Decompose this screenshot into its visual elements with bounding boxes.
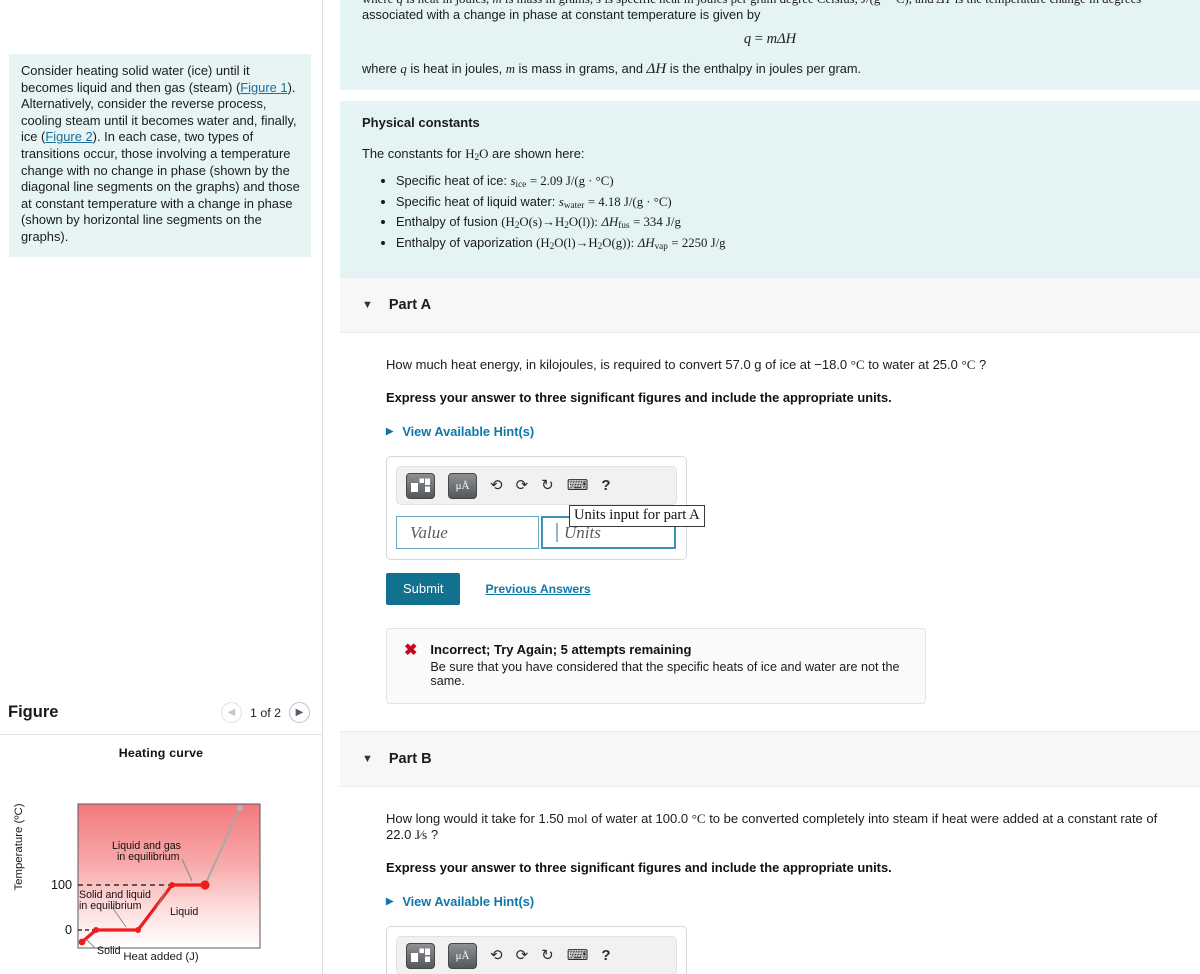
part-b-q-suffix: ? [427, 827, 439, 843]
part-a-previous-answers-link[interactable]: Previous Answers [485, 582, 590, 596]
caret-right-icon: ▶ [386, 426, 394, 438]
constant-enthalpy-fusion: Enthalpy of fusion (H2O(s)→H2O(l)): ΔHfu… [396, 214, 1178, 230]
unit-joules-per-second: J∕s [414, 827, 428, 843]
part-b-body: How long would it take for 1.50 mol of w… [340, 787, 1200, 974]
svg-text:in equilibrium: in equilibrium [79, 900, 142, 912]
part-a-hints-toggle[interactable]: ▶ View Available Hint(s) [386, 424, 1178, 439]
math-template-icon[interactable] [406, 942, 435, 969]
chevron-right-icon[interactable]: ▶ [289, 702, 310, 723]
physical-constants-heading: Physical constants [362, 115, 480, 130]
water-formula: H2O [465, 147, 489, 164]
constant-specific-heat-ice: Specific heat of ice: sice = 2.09 J/(g ·… [396, 173, 1178, 189]
part-a-submit-button[interactable]: Submit [386, 573, 461, 606]
constants-intro-prefix: The constants for [362, 146, 466, 161]
redo-icon[interactable]: ⟳ [516, 478, 529, 493]
part-a-header[interactable]: ▼ Part A [340, 277, 1200, 334]
physical-constants-list: Specific heat of ice: sice = 2.09 J/(g ·… [362, 173, 1178, 251]
physical-constants-intro: The constants for H2O are shown here: [362, 146, 1178, 163]
caret-down-icon[interactable]: ▼ [362, 299, 373, 311]
caret-right-icon: ▶ [386, 896, 394, 908]
intro-text-4: ). In each case, two types of transition… [21, 129, 300, 244]
part-b-answer-widget: μÅ ⟲ ⟳ ↻ ⌨ ? Value Units [386, 926, 687, 974]
heating-curve-chart[interactable]: Liquid and gas in equilibrium Solid and … [0, 735, 322, 973]
left-sidebar: Consider heating solid water (ice) until… [0, 0, 323, 974]
part-a-toolbar: μÅ ⟲ ⟳ ↻ ⌨ ? [396, 466, 677, 506]
constant-enthalpy-vaporization: Enthalpy of vaporization (H2O(l)→H2O(g))… [396, 235, 1178, 251]
chart-svg: Liquid and gas in equilibrium Solid and … [77, 803, 261, 957]
main-content: where q is heat in joules, m is mass in … [340, 0, 1200, 974]
reset-icon[interactable]: ↻ [541, 948, 554, 963]
reset-icon[interactable]: ↻ [541, 478, 554, 493]
svg-text:in equilibrium: in equilibrium [117, 851, 180, 863]
part-b-title: Part B [388, 751, 432, 768]
part-a-question: How much heat energy, in kilojoules, is … [386, 357, 987, 373]
symbol-delta-h: ΔH [646, 61, 667, 77]
figure-1-link[interactable]: Figure 1 [240, 80, 287, 95]
part-a-instruction: Express your answer to three significant… [386, 390, 892, 406]
where-mid-1: is heat in joules, [406, 61, 506, 76]
part-a-submit-row: Submit Previous Answers [386, 573, 1178, 606]
physical-constants-block: Physical constants The constants for H2O… [340, 101, 1200, 278]
part-b-header[interactable]: ▼ Part B [340, 731, 1200, 788]
part-a-feedback-detail: Be sure that you have considered that th… [430, 660, 900, 689]
help-question-icon[interactable]: ? [601, 948, 610, 963]
clipped-definition-line: where q is heat in joules, m is mass in … [362, 0, 1190, 7]
figure-header: Figure ◀ 1 of 2 ▶ [0, 697, 322, 735]
part-a-value-input[interactable]: Value [396, 516, 539, 550]
chart-x-axis-label: Heat added (J) [123, 951, 199, 963]
where-definition-line: where q is heat in joules, m is mass in … [362, 61, 861, 78]
text-cursor [556, 523, 558, 543]
units-mu-angstrom-icon[interactable]: μÅ [448, 472, 477, 499]
homework-page: Consider heating solid water (ice) until… [0, 0, 1200, 974]
part-a-hints-label: View Available Hint(s) [402, 424, 535, 440]
part-a-title: Part A [388, 297, 432, 314]
chevron-left-icon[interactable]: ◀ [220, 702, 242, 723]
where-mid-2: is mass in grams, and [514, 61, 647, 76]
intro-equation-block: where q is heat in joules, m is mass in … [340, 0, 1200, 90]
figure-2-link[interactable]: Figure 2 [45, 129, 92, 144]
figure-navigation: ◀ 1 of 2 ▶ [220, 702, 310, 723]
part-b-instruction: Express your answer to three significant… [386, 860, 892, 876]
constants-intro-suffix: are shown here: [488, 146, 585, 161]
constant-specific-heat-water: Specific heat of liquid water: swater = … [396, 194, 1178, 210]
symbol-m: m [505, 62, 515, 76]
figure-body: Heating curve Liquid and gas in equilibr… [0, 735, 322, 973]
math-template-icon[interactable] [406, 472, 435, 499]
part-b-toolbar: μÅ ⟲ ⟳ ↻ ⌨ ? [396, 936, 677, 974]
figure-panel-title: Figure [8, 703, 59, 721]
undo-icon[interactable]: ⟲ [490, 478, 503, 493]
keyboard-icon[interactable]: ⌨ [567, 948, 589, 963]
enthalpy-equation: q = mΔH [743, 31, 797, 47]
undo-icon[interactable]: ⟲ [490, 948, 503, 963]
figure-counter: 1 of 2 [249, 705, 281, 720]
part-b-hints-label: View Available Hint(s) [402, 894, 535, 910]
help-question-icon[interactable]: ? [601, 478, 610, 493]
keyboard-icon[interactable]: ⌨ [567, 478, 589, 493]
unit-mol: mol [567, 811, 588, 827]
part-b-hints-toggle[interactable]: ▶ View Available Hint(s) [386, 894, 1178, 909]
caret-down-icon[interactable]: ▼ [362, 753, 373, 765]
chart-annotation-liquid: Liquid [170, 906, 198, 918]
units-mu-angstrom-icon[interactable]: μÅ [448, 942, 477, 969]
intro-text-2: ). [287, 79, 296, 95]
where-suffix: is the enthalpy in joules per gram. [666, 61, 862, 76]
part-b-question: How long would it take for 1.50 mol of w… [386, 811, 1178, 843]
part-a-feedback: ✖ Incorrect; Try Again; 5 attempts remai… [386, 628, 926, 705]
part-b-q-prefix: How long would it take for 1.50 [386, 811, 568, 827]
intro-continuation: associated with a change in phase at con… [362, 7, 761, 22]
part-a-body: How much heat energy, in kilojoules, is … [340, 333, 1200, 705]
chart-ytick-100: 100 [50, 878, 72, 892]
redo-icon[interactable]: ⟳ [516, 948, 529, 963]
part-a-feedback-title: Incorrect; Try Again; 5 attempts remaini… [430, 642, 692, 658]
chart-ytick-0: 0 [64, 923, 72, 937]
problem-introduction: Consider heating solid water (ice) until… [9, 54, 311, 257]
where-prefix: where [362, 61, 401, 76]
figure-panel: Figure ◀ 1 of 2 ▶ Heating curve Liquid a… [0, 697, 322, 974]
chart-y-axis-label: Temperature (ºC) [13, 803, 25, 891]
error-x-icon: ✖ [404, 642, 418, 660]
part-a-units-tooltip: Units input for part A [569, 505, 705, 527]
section-gap [340, 90, 1200, 101]
intro-text-1: Consider heating solid water (ice) until… [21, 63, 250, 95]
